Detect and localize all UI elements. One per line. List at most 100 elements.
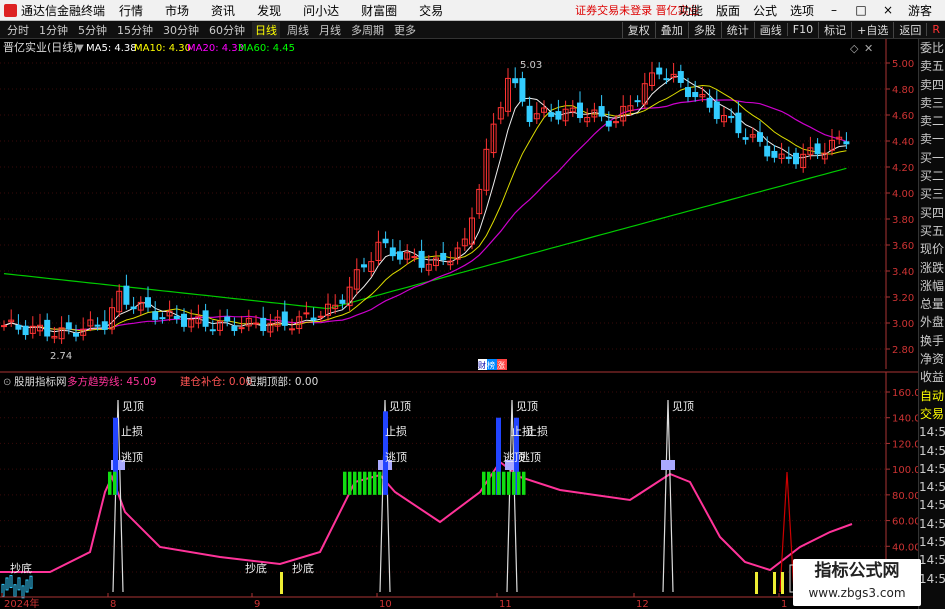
menu-options[interactable]: 选项: [790, 2, 814, 19]
add-watchlist-button[interactable]: +自选: [851, 22, 893, 38]
x-tick: 8: [110, 599, 116, 609]
accumulate-bar: [492, 472, 496, 495]
sidebar-item[interactable]: 14:56: [919, 515, 945, 533]
sidebar-item[interactable]: 14:56: [919, 478, 945, 496]
sidebar-item[interactable]: 净资: [919, 350, 945, 368]
minimize-icon[interactable]: –: [827, 3, 841, 17]
x-tick: 12: [636, 599, 649, 609]
ma20-label: MA20: 4.33: [187, 43, 244, 54]
accumulate-bar: [343, 472, 347, 495]
sidebar-item[interactable]: 涨幅: [919, 277, 945, 295]
sidebar-item[interactable]: 14:56: [919, 551, 945, 569]
escape-top-label: 逃顶: [519, 451, 541, 464]
sidebar-item[interactable]: 买一: [919, 149, 945, 167]
ma-toggle-icon[interactable]: ▼: [76, 43, 84, 54]
menu-wealth[interactable]: 财富圈: [361, 2, 397, 19]
sidebar-item[interactable]: 买二: [919, 167, 945, 185]
menu-discover[interactable]: 发现: [257, 2, 281, 19]
sidebar-item[interactable]: 涨跌: [919, 259, 945, 277]
period-1min[interactable]: 1分钟: [36, 22, 71, 38]
stop-loss-label: 止损: [385, 424, 407, 438]
yellow-marker: [280, 572, 283, 594]
menu-trade[interactable]: 交易: [419, 2, 443, 19]
draw-line-button[interactable]: 画线: [754, 22, 787, 38]
accumulate-bar: [353, 472, 357, 495]
collapse-icon[interactable]: ✕: [864, 42, 873, 55]
menu-ask[interactable]: 问小达: [303, 2, 339, 19]
sidebar-item[interactable]: 14:56: [919, 570, 945, 588]
menu-formula[interactable]: 公式: [753, 2, 777, 19]
sidebar-item[interactable]: 交易: [919, 405, 945, 423]
period-multi[interactable]: 多周期: [348, 22, 387, 38]
sidebar-item[interactable]: 14:56: [919, 423, 945, 441]
back-button[interactable]: 返回: [893, 22, 926, 38]
svg-text:涨: 涨: [497, 360, 505, 370]
sidebar-item[interactable]: 换手: [919, 332, 945, 350]
guest-label[interactable]: 游客: [908, 2, 932, 19]
period-60min[interactable]: 60分钟: [206, 22, 248, 38]
stats-button[interactable]: 统计: [721, 22, 754, 38]
sidebar-item[interactable]: 现价: [919, 240, 945, 258]
indicator-settings-icon[interactable]: ⊙: [3, 377, 11, 388]
candlesticks: [2, 62, 849, 344]
sidebar-item[interactable]: 14:56: [919, 496, 945, 514]
sidebar-item[interactable]: 委比: [919, 39, 945, 57]
period-5min[interactable]: 5分钟: [75, 22, 110, 38]
sidebar-item[interactable]: 收益: [919, 368, 945, 386]
escape-top-label: 逃顶: [385, 451, 407, 464]
accumulate-bar: [368, 472, 372, 495]
indicator-tick: 100.0: [892, 465, 918, 476]
x-tick: 2024年: [4, 597, 39, 609]
x-tick: 9: [254, 599, 260, 609]
period-monthly[interactable]: 月线: [316, 22, 344, 38]
sidebar-item[interactable]: 卖四: [919, 76, 945, 94]
sidebar-item[interactable]: 买四: [919, 204, 945, 222]
yellow-marker: [755, 572, 758, 594]
menu-news[interactable]: 资讯: [211, 2, 235, 19]
main-grid: [0, 63, 886, 349]
overlay-button[interactable]: 叠加: [655, 22, 688, 38]
adjust-button[interactable]: 复权: [622, 22, 655, 38]
mark-button[interactable]: 标记: [818, 22, 851, 38]
period-daily[interactable]: 日线: [252, 22, 280, 38]
sidebar-item[interactable]: 卖五: [919, 57, 945, 75]
x-tick: 11: [499, 599, 512, 609]
sidebar-item[interactable]: 外盘: [919, 313, 945, 331]
sidebar-item[interactable]: 买五: [919, 222, 945, 240]
sidebar-item[interactable]: 14:56: [919, 533, 945, 551]
period-more[interactable]: 更多: [391, 22, 419, 38]
chart-area[interactable]: 晋亿实业(日线) ▼ MA5: 4.38 MA10: 4.30 MA20: 4.…: [0, 39, 918, 609]
sidebar-item[interactable]: 总量: [919, 295, 945, 313]
top-signal-label: 见顶: [672, 400, 694, 413]
sidebar-item[interactable]: 卖三: [919, 94, 945, 112]
accumulate-bar: [487, 472, 491, 495]
price-tick: 4.80: [892, 85, 914, 96]
sidebar-item[interactable]: 自动: [919, 387, 945, 405]
sidebar-item[interactable]: 卖二: [919, 112, 945, 130]
sidebar-item[interactable]: 14:56: [919, 460, 945, 478]
menu-function[interactable]: 功能: [679, 2, 703, 19]
menu-layout[interactable]: 版面: [716, 2, 740, 19]
maximize-icon[interactable]: □: [854, 3, 868, 17]
indicator-tick: 120.0: [892, 439, 918, 450]
close-icon[interactable]: ×: [881, 3, 895, 17]
ma10-label: MA10: 4.30: [134, 43, 191, 54]
menu-quotes[interactable]: 行情: [119, 2, 143, 19]
indicator-panel: ⊙ 股朋指标网 多方趋势线: 45.09 建仓补仓: 0.00 短期顶部: 0.…: [0, 372, 918, 602]
multi-stock-button[interactable]: 多股: [688, 22, 721, 38]
period-timeshare[interactable]: 分时: [4, 22, 32, 38]
period-15min[interactable]: 15分钟: [114, 22, 156, 38]
ma5-label: MA5: 4.38: [86, 43, 137, 54]
sidebar-item[interactable]: 卖一: [919, 130, 945, 148]
period-30min[interactable]: 30分钟: [160, 22, 202, 38]
settings-icon[interactable]: ◇: [850, 42, 859, 55]
sidebar-item[interactable]: 14:56: [919, 442, 945, 460]
f10-button[interactable]: F10: [787, 23, 818, 36]
top-signal-label: 见顶: [516, 400, 538, 413]
event-badges[interactable]: 财 榜 涨: [478, 359, 507, 370]
period-weekly[interactable]: 周线: [284, 22, 312, 38]
menu-market[interactable]: 市场: [165, 2, 189, 19]
menu-bar: 通达信金融终端 行情 市场 资讯 发现 问小达 财富圈 交易 证券交易未登录 晋…: [0, 0, 945, 21]
sidebar-item[interactable]: 买三: [919, 185, 945, 203]
r-badge: R: [926, 23, 945, 36]
